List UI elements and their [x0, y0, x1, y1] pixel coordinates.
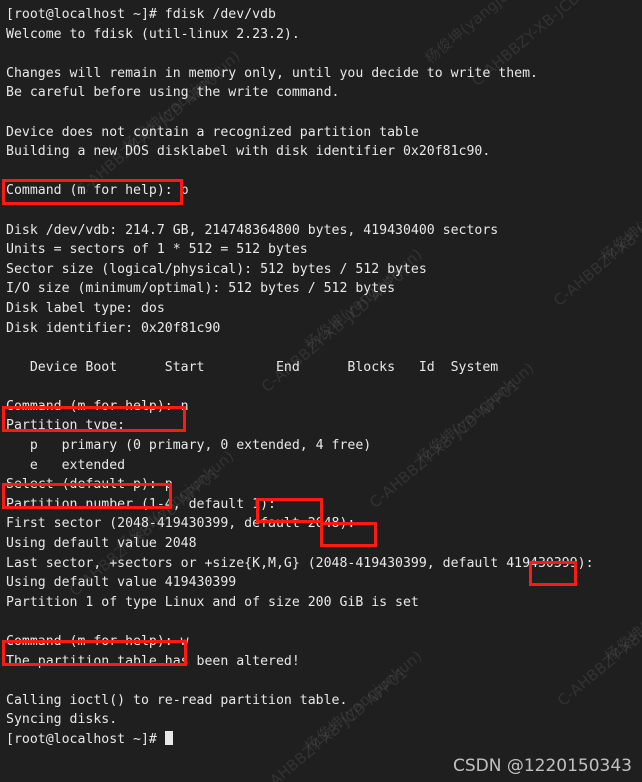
terminal-line: Be careful before using the write comman…: [6, 85, 340, 101]
terminal-line: p primary (0 primary, 0 extended, 4 free…: [6, 438, 372, 454]
terminal-line: Disk label type: dos: [6, 300, 165, 316]
terminal-line: Units = sectors of 1 * 512 = 512 bytes: [6, 242, 308, 258]
terminal-line: Device Boot Start End Blocks Id System: [6, 359, 499, 375]
terminal-line: Syncing disks.: [6, 712, 118, 728]
terminal-line: Partition type:: [6, 418, 126, 434]
terminal-line: [root@localhost ~]#: [6, 730, 642, 750]
terminal-line: Using default value 2048: [6, 536, 197, 552]
terminal-line: I/O size (minimum/optimal): 512 bytes / …: [6, 281, 396, 297]
terminal-line: Select (default p): p: [6, 477, 173, 493]
terminal-line: Partition 1 of type Linux and of size 20…: [6, 594, 419, 610]
terminal-output[interactable]: [root@localhost ~]# fdisk /dev/vdb Welcom…: [0, 0, 642, 782]
terminal-line: The partition table has been altered!: [6, 653, 300, 669]
terminal-line: Partition number (1-4, default 1):: [6, 496, 276, 512]
terminal-window[interactable]: 杨俊坤(yangjunkun) C-AHBBZY-XB-JCD-APP01 杨俊坤(…: [0, 0, 642, 782]
terminal-line: [root@localhost ~]# fdisk /dev/vdb: [6, 7, 276, 22]
terminal-line: Sector size (logical/physical): 512 byte…: [6, 261, 427, 277]
terminal-line: Command (m for help): w: [6, 634, 189, 649]
terminal-line: Device does not contain a recognized par…: [6, 124, 419, 140]
terminal-line: Last sector, +sectors or +size{K,M,G} (2…: [6, 555, 594, 571]
terminal-line: Calling ioctl() to re-read partition tab…: [6, 692, 348, 708]
terminal-cursor: [164, 730, 173, 745]
terminal-line: Welcome to fdisk (util-linux 2.23.2).: [6, 26, 300, 42]
terminal-line: Command (m for help): n: [6, 398, 189, 414]
terminal-line: Disk identifier: 0x20f81c90: [6, 320, 221, 336]
terminal-line: First sector (2048-419430399, default 20…: [6, 516, 356, 532]
terminal-line: Using default value 419430399: [6, 575, 237, 591]
terminal-line: Building a new DOS disklabel with disk i…: [6, 144, 491, 160]
terminal-line: Disk /dev/vdb: 214.7 GB, 214748364800 by…: [6, 222, 499, 238]
terminal-line: e extended: [6, 457, 126, 473]
terminal-line: Changes will remain in memory only, unti…: [6, 65, 538, 81]
terminal-line: Command (m for help): p: [6, 183, 189, 199]
csdn-credit: CSDN @1220150343: [452, 756, 632, 776]
